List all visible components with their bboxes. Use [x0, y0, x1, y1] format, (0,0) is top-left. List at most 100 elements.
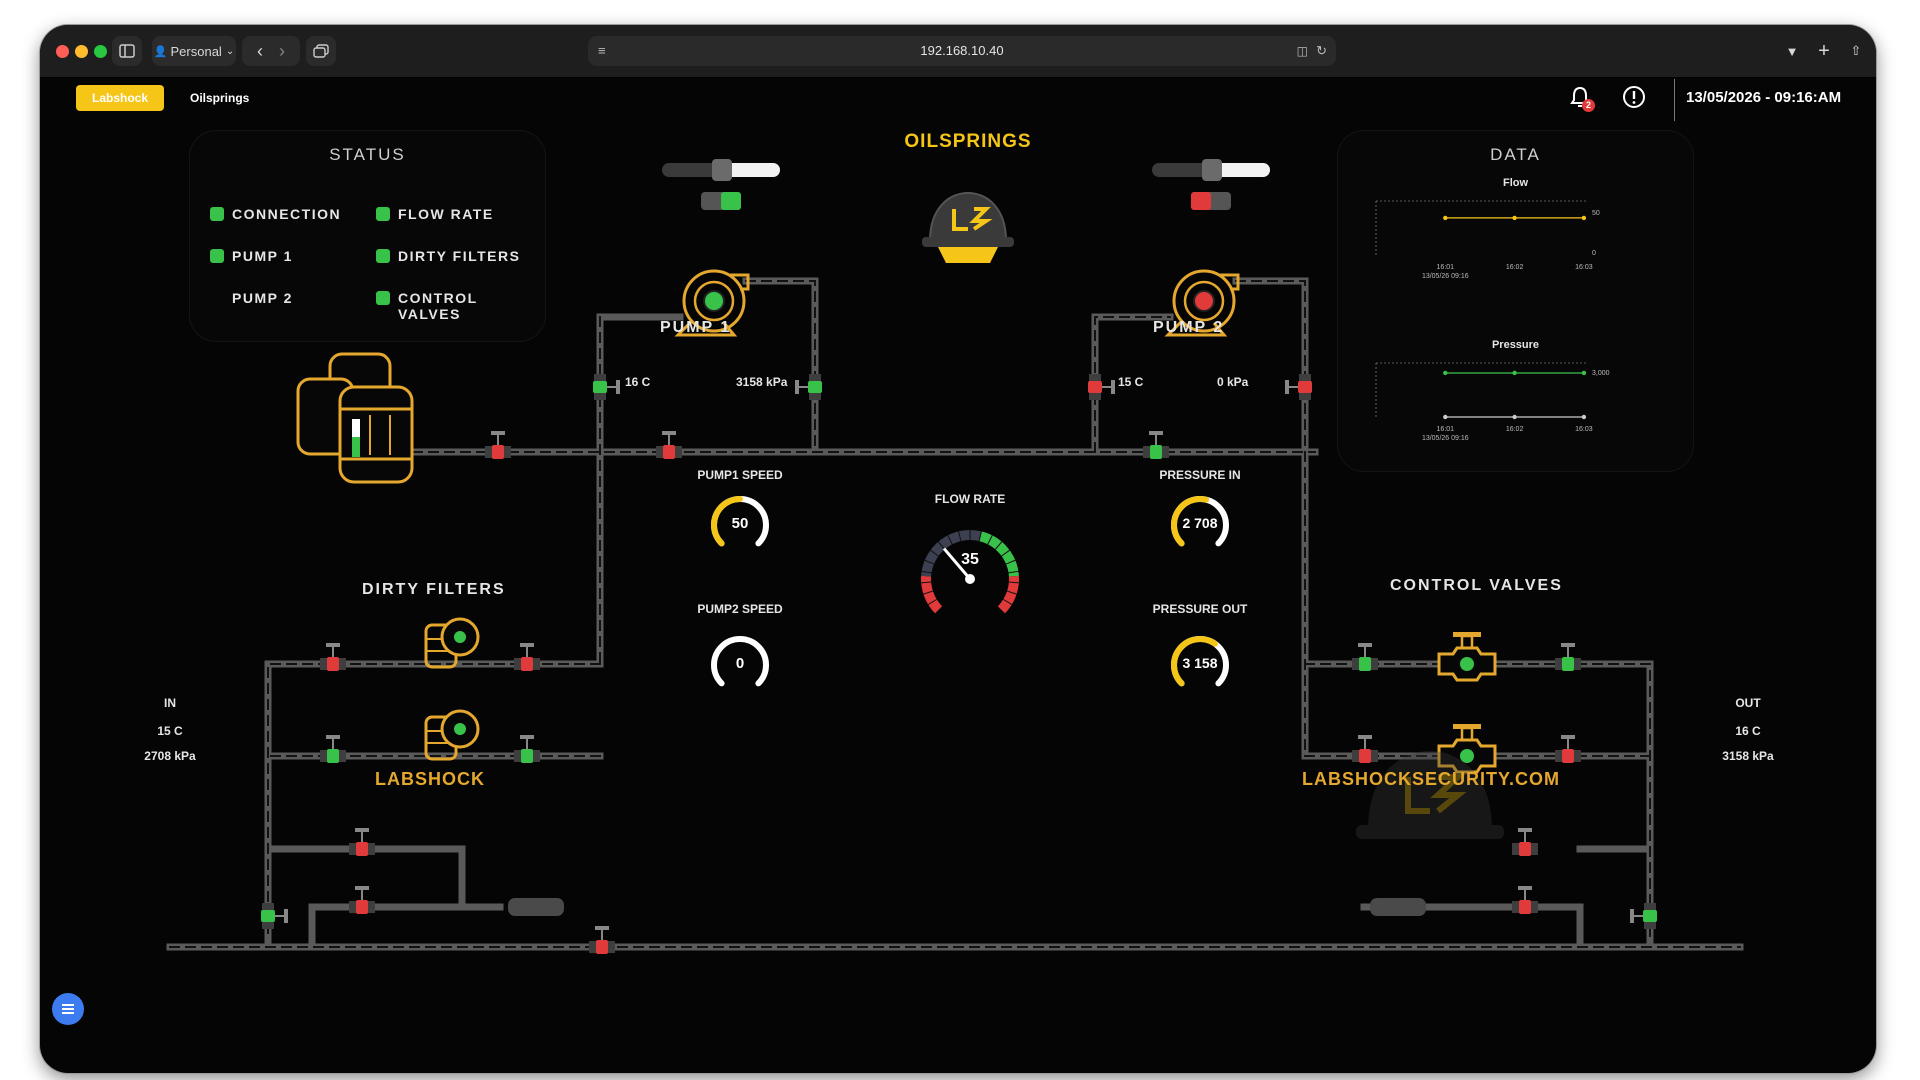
chart-point [1512, 414, 1517, 420]
pump2-speed-label: PUMP2 SPEED [697, 602, 783, 616]
pump-1-temp: 16 C [625, 375, 651, 389]
address-bar[interactable]: ≡ 192.168.10.40 ◫ ↻ [588, 36, 1336, 66]
url-text: 192.168.10.40 [920, 43, 1004, 58]
pump-1-toggle[interactable] [701, 192, 741, 210]
status-control-valves-indicator [376, 291, 390, 305]
forward-icon[interactable]: › [279, 41, 285, 62]
tabs-icon [313, 44, 329, 58]
pressure-chart-title: Pressure [1491, 339, 1540, 351]
new-tab-button[interactable]: + [1810, 36, 1838, 66]
app-header: Labshock Oilsprings 2 13/05/2026 - 09:16… [40, 77, 1876, 121]
plant-title: OILSPRINGS [904, 131, 1032, 152]
chart-point [1443, 370, 1448, 376]
pump-2-toggle-knob [1191, 192, 1211, 210]
chart-x-tick: 16:03 [1575, 426, 1593, 433]
status-flow-rate-indicator [376, 207, 390, 221]
tab-overview-button[interactable] [306, 36, 336, 66]
flow-chart-title: Flow [1502, 177, 1529, 189]
status-dirty-filters-indicator [376, 249, 390, 263]
pump-2-slider-handle[interactable] [1202, 159, 1222, 181]
inlet-label: IN [164, 696, 176, 710]
inlet-temp: 15 C [157, 724, 183, 738]
pump-2-speed-slider[interactable] [1152, 159, 1270, 181]
pump-1-label: PUMP 1 [660, 319, 732, 336]
flow-rate-gauge [921, 530, 1019, 615]
translate-icon[interactable]: ◫ [1297, 36, 1308, 66]
control-valve-icons [1437, 632, 1497, 774]
share-button[interactable]: ⇧ [1842, 36, 1870, 66]
status-connection-indicator [210, 207, 224, 221]
pump1-speed-value: 50 [731, 515, 749, 532]
pressure-in-value: 2 708 [1182, 515, 1218, 531]
status-connection: CONNECTION [232, 206, 342, 222]
person-icon: 👤 [153, 45, 168, 58]
chart-y-tick: 0 [1592, 250, 1596, 257]
connector-left [508, 898, 564, 916]
chart-x-tick: 16:01 [1437, 264, 1455, 271]
minimize-window-button[interactable] [75, 45, 88, 58]
connector-right [1370, 898, 1426, 916]
profile-menu-button[interactable]: 👤 Personal ⌄ [152, 36, 236, 66]
profile-name: Personal [170, 43, 222, 59]
reload-icon[interactable]: ↻ [1316, 36, 1327, 66]
history-nav: ‹ › [242, 36, 300, 66]
close-window-button[interactable] [56, 45, 69, 58]
status-pump-1: PUMP 1 [232, 248, 293, 264]
datetime-display: 13/05/2026 - 09:16:AM [1686, 89, 1842, 106]
alert-circle-icon [1623, 86, 1645, 108]
downloads-button[interactable]: ▼ [1778, 36, 1806, 66]
footer-brand-left: LABSHOCK [375, 769, 485, 789]
alert-button[interactable] [1622, 85, 1648, 111]
notification-badge: 2 [1582, 99, 1595, 112]
pump2-speed-value: 0 [735, 655, 745, 672]
status-control-valves: CONTROL VALVES [398, 290, 478, 322]
download-icon: ▼ [1785, 43, 1799, 59]
outlet-pressure: 3158 kPa [1722, 749, 1774, 763]
flow-rate-label: FLOW RATE [934, 492, 1006, 506]
page-settings-icon[interactable]: ≡ [598, 36, 606, 66]
pressure-in-label: PRESSURE IN [1159, 468, 1241, 482]
chart-x-tick: 16:03 [1575, 264, 1593, 271]
chart-point [1443, 414, 1448, 420]
data-title: DATA [1490, 145, 1541, 164]
menu-lines-icon [62, 1004, 74, 1014]
control-valves-label: CONTROL VALVES [1390, 577, 1563, 594]
zoom-window-button[interactable] [94, 45, 107, 58]
pump-1-speed-slider[interactable] [662, 159, 780, 181]
pressure-chart: 16:01 16:02 16:03 13/05/26 09:16 3,000 [1375, 362, 1610, 442]
pressure-out-value: 3 158 [1182, 655, 1218, 671]
dirty-filter-icons [424, 617, 480, 761]
brand-button[interactable]: Labshock [76, 85, 164, 111]
flow-rate-value: 35 [961, 551, 979, 568]
nav-item-oilsprings[interactable]: Oilsprings [190, 85, 249, 111]
storage-tank-icon [296, 352, 414, 484]
hardhat-logo-icon [922, 191, 1014, 263]
status-dirty-filters: DIRTY FILTERS [398, 248, 521, 264]
dirty-filters-label: DIRTY FILTERS [362, 581, 506, 598]
chart-point [1581, 370, 1587, 376]
plus-icon: + [1818, 39, 1830, 62]
browser-toolbar: 👤 Personal ⌄ ‹ › ≡ 192.168.10.40 ◫ ↻ ▼ +… [40, 25, 1876, 78]
sidebar-icon [119, 44, 135, 58]
share-icon: ⇧ [1850, 43, 1862, 58]
header-divider [1674, 79, 1675, 121]
sidebar-toggle-button[interactable] [112, 36, 142, 66]
chart-y-tick: 50 [1592, 210, 1600, 217]
chart-point [1581, 215, 1587, 221]
chevron-down-icon: ⌄ [225, 45, 235, 57]
back-icon[interactable]: ‹ [257, 41, 263, 62]
data-panel: DATA Flow 16:01 16:02 16:03 13/05/26 09:16 5… [1338, 131, 1693, 471]
chart-x-tick: 16:02 [1506, 264, 1524, 271]
chat-button[interactable] [52, 993, 84, 1025]
pump-1-slider-handle[interactable] [712, 159, 732, 181]
notifications-button[interactable]: 2 [1568, 85, 1598, 113]
flow-gauge-hub [965, 574, 975, 584]
pump1-speed-label: PUMP1 SPEED [697, 468, 783, 482]
footer-brand-right: LABSHOCKSECURITY.COM [1302, 769, 1561, 789]
pump-2-temp: 15 C [1118, 375, 1144, 389]
chart-point [1443, 215, 1448, 221]
pump-2-toggle[interactable] [1191, 192, 1231, 210]
inlet-pressure: 2708 kPa [144, 749, 196, 763]
chart-x-tick: 16:01 [1437, 426, 1455, 433]
status-panel: STATUS CONNECTION FLOW RATE PUMP 1 DIRTY… [190, 131, 545, 341]
